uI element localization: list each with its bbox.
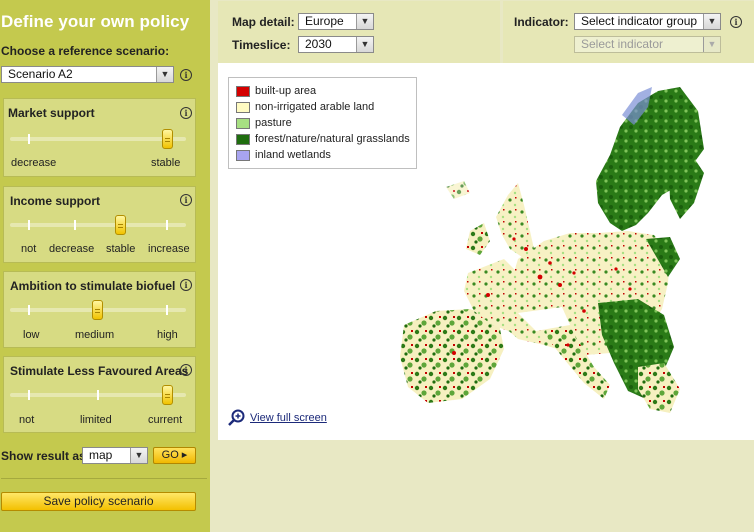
slider-thumb[interactable] <box>115 215 126 235</box>
view-full-screen[interactable]: View full screen <box>228 409 327 427</box>
biofuel-panel: Ambition to stimulate biofuel i low medi… <box>3 271 196 348</box>
chevron-down-icon[interactable]: ▼ <box>156 67 173 82</box>
slider-label: limited <box>80 414 112 426</box>
map-detail-select[interactable]: Europe ▼ <box>298 13 374 30</box>
market-support-slider[interactable] <box>10 129 186 149</box>
save-policy-button[interactable]: Save policy scenario <box>1 492 196 511</box>
slider-tick <box>166 305 168 315</box>
slider-label: increase <box>148 243 190 255</box>
slider-tick <box>28 390 30 400</box>
income-support-panel: Income support i not decrease stable inc… <box>3 186 196 263</box>
indicator-group-select[interactable]: Select indicator group ▼ <box>574 13 721 30</box>
timeslice-select[interactable]: 2030 ▼ <box>298 36 374 53</box>
go-button[interactable]: GO ▸ <box>153 447 196 464</box>
slider-thumb[interactable] <box>162 385 173 405</box>
info-icon[interactable]: i <box>730 16 742 28</box>
slider-thumb[interactable] <box>162 129 173 149</box>
slider-label: high <box>157 329 178 341</box>
panel-title: Ambition to stimulate biofuel <box>10 279 176 293</box>
view-full-screen-link[interactable]: View full screen <box>250 412 327 424</box>
info-icon[interactable]: i <box>180 69 192 81</box>
reference-scenario-value: Scenario A2 <box>8 67 73 81</box>
reference-scenario-label: Choose a reference scenario: <box>1 44 170 58</box>
slider-thumb[interactable] <box>92 300 103 320</box>
chevron-down-icon[interactable]: ▼ <box>130 448 147 463</box>
map-detail-label: Map detail: <box>232 15 295 29</box>
info-icon[interactable]: i <box>180 364 192 376</box>
map-detail-value: Europe <box>305 14 344 28</box>
slider-label: current <box>148 414 183 426</box>
map-footer-area <box>218 440 754 532</box>
panel-title: Market support <box>8 106 95 120</box>
chevron-down-icon[interactable]: ▼ <box>703 14 720 29</box>
slider-label: stable <box>151 157 181 169</box>
slider-tick <box>166 220 168 230</box>
indicator-group-value: Select indicator group <box>581 14 698 28</box>
slider-label: not <box>21 243 37 255</box>
timeslice-value: 2030 <box>305 37 332 51</box>
slider-tick <box>97 390 99 400</box>
magnifier-plus-icon[interactable] <box>228 409 246 427</box>
slider-tick <box>28 220 30 230</box>
slider-tick <box>74 220 76 230</box>
indicator-label: Indicator: <box>514 15 569 29</box>
info-icon[interactable]: i <box>180 107 192 119</box>
panel-title: Stimulate Less Favoured Areas <box>10 364 189 378</box>
show-result-label: Show result as <box>1 449 86 463</box>
indicator-select[interactable]: Select indicator ▼ <box>574 36 721 53</box>
biofuel-slider[interactable] <box>10 300 186 320</box>
slider-label: decrease <box>11 157 57 169</box>
europe-landuse-map[interactable] <box>218 63 754 440</box>
market-support-panel: Market support i decrease stable <box>3 98 196 177</box>
less-favoured-areas-panel: Stimulate Less Favoured Areas i not limi… <box>3 356 196 433</box>
map-panel: built-up area non-irrigated arable land … <box>218 63 754 440</box>
show-result-select[interactable]: map ▼ <box>82 447 148 464</box>
reference-scenario-select[interactable]: Scenario A2 ▼ <box>1 66 174 83</box>
less-favoured-areas-slider[interactable] <box>10 385 186 405</box>
policy-sidebar: Define your own policy Choose a referenc… <box>0 0 210 532</box>
info-icon[interactable]: i <box>180 279 192 291</box>
slider-tick <box>28 305 30 315</box>
slider-label: medium <box>75 329 115 341</box>
slider-tick <box>28 134 30 144</box>
map-controls: Map detail: Europe ▼ Timeslice: 2030 ▼ <box>218 1 500 63</box>
slider-label: decrease <box>49 243 95 255</box>
divider <box>1 478 207 479</box>
slider-label: stable <box>106 243 136 255</box>
income-support-slider[interactable] <box>10 215 186 235</box>
sidebar-title: Define your own policy <box>1 12 190 31</box>
timeslice-label: Timeslice: <box>232 38 291 52</box>
indicator-value: Select indicator <box>581 37 664 51</box>
slider-label: not <box>19 414 35 426</box>
chevron-down-icon[interactable]: ▼ <box>356 14 373 29</box>
info-icon[interactable]: i <box>180 194 192 206</box>
chevron-down-icon[interactable]: ▼ <box>356 37 373 52</box>
chevron-down-icon[interactable]: ▼ <box>703 37 720 52</box>
panel-title: Income support <box>10 194 101 208</box>
indicator-controls: Indicator: Select indicator group ▼ i Se… <box>503 1 754 63</box>
slider-label: low <box>23 329 40 341</box>
show-result-value: map <box>89 448 113 462</box>
